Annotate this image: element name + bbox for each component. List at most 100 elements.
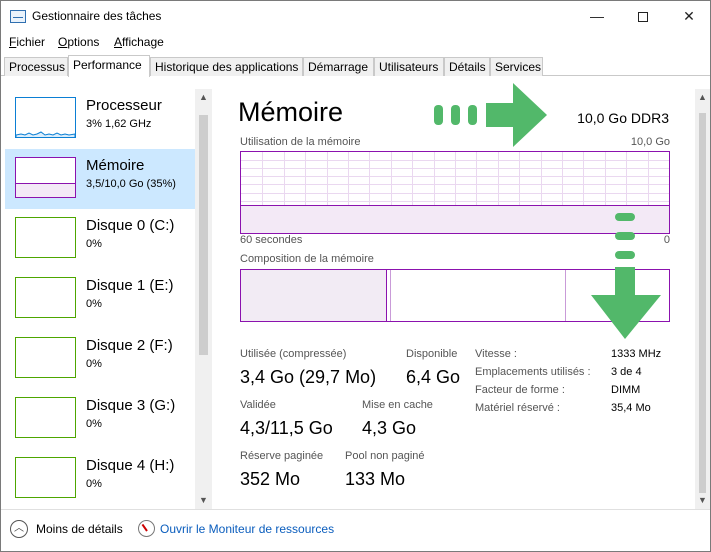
usage-grid-hline [241, 176, 669, 177]
sidebar-item-label: Mémoire [86, 157, 145, 174]
stat-nonpaged-pool-value: 133 Mo [345, 469, 406, 489]
sidebar-item-label: Disque 3 (G:) [86, 397, 176, 414]
sidebar-item-label: Disque 0 (C:) [86, 217, 175, 234]
sidebar-item-label: Disque 2 (F:) [86, 337, 173, 354]
main-scrollbar[interactable]: ▲ ▼ [695, 89, 710, 509]
tab-demarrage[interactable]: Démarrage [303, 57, 374, 76]
memory-detail-panel: Mémoire 10,0 Go DDR3 Utilisation de la m… [221, 77, 691, 509]
stat-paged-pool-value: 352 Mo [240, 469, 301, 489]
sidebar-item-value: 3% 1,62 GHz [86, 118, 152, 130]
composition-standby[interactable] [391, 270, 566, 321]
resource-monitor-icon[interactable] [138, 520, 155, 537]
memory-mini-graph [15, 157, 76, 198]
scroll-down-icon[interactable]: ▼ [195, 492, 212, 509]
menu-options-rest: ptions [67, 35, 100, 49]
scroll-down-icon[interactable]: ▼ [695, 492, 710, 509]
sidebar-scroll-thumb[interactable] [199, 115, 208, 355]
tab-processus[interactable]: Processus [4, 57, 68, 76]
sidebar-item-value: 0% [86, 418, 102, 430]
menu-affichage-accel: A [114, 35, 123, 49]
sidebar-item-value: 0% [86, 238, 102, 250]
disk-mini-graph [15, 457, 76, 498]
title-bar: Gestionnaire des tâches — ✕ [1, 1, 710, 32]
open-resource-monitor-link[interactable]: Ouvrir le Moniteur de ressources [160, 522, 334, 536]
sidebar-item-value: 3,5/10,0 Go (35%) [86, 178, 176, 190]
scroll-up-icon[interactable]: ▲ [695, 89, 710, 106]
tab-performance[interactable]: Performance [68, 55, 150, 77]
stat-used-value: 3,4 Go (29,7 Mo) [240, 367, 377, 387]
sidebar-item-disque-0[interactable]: Disque 0 (C:) 0% [5, 209, 195, 269]
page-title: Mémoire [238, 97, 344, 127]
stat-available-value: 6,4 Go [406, 367, 461, 387]
detail-form-factor-label: Facteur de forme : [475, 384, 565, 396]
task-manager-window: Gestionnaire des tâches — ✕ Fichier Opti… [0, 0, 711, 552]
usage-graph-max: 10,0 Go [630, 136, 670, 148]
stat-committed-label: Validée [240, 399, 276, 411]
minimize-button[interactable]: — [574, 1, 620, 32]
detail-reserved-label: Matériel réservé : [475, 402, 560, 414]
usage-grid-hline [241, 193, 669, 194]
composition-in-use[interactable] [241, 270, 387, 321]
memory-mini-fill [16, 183, 75, 197]
cpu-mini-graph [15, 97, 76, 138]
menu-fichier[interactable]: Fichier [9, 35, 45, 49]
stat-committed-value: 4,3/11,5 Go [240, 418, 333, 438]
sidebar-item-label: Disque 1 (E:) [86, 277, 174, 294]
sidebar-item-label: Disque 4 (H:) [86, 457, 175, 474]
maximize-button[interactable] [620, 1, 666, 32]
sidebar-item-value: 0% [86, 358, 102, 370]
usage-grid-hline [241, 168, 669, 169]
disk-mini-graph [15, 397, 76, 438]
chevron-up-icon[interactable]: ︿ [10, 520, 28, 538]
usage-grid-hline [241, 184, 669, 185]
composition-label: Composition de la mémoire [240, 253, 374, 265]
sidebar-item-value: 0% [86, 478, 102, 490]
tab-strip: Processus Performance Historique des app… [1, 55, 710, 77]
detail-speed-value: 1333 MHz [611, 348, 662, 360]
sidebar-item-memoire[interactable]: Mémoire 3,5/10,0 Go (35%) [5, 149, 195, 209]
stat-paged-pool-label: Réserve paginée [240, 450, 324, 462]
close-button[interactable]: ✕ [666, 1, 710, 32]
detail-form-factor-value: DIMM [611, 384, 641, 396]
window-title: Gestionnaire des tâches [32, 9, 162, 23]
menu-bar: Fichier Options Affichage [1, 32, 710, 52]
maximize-icon [638, 12, 648, 23]
stat-nonpaged-pool-label: Pool non paginé [345, 450, 425, 462]
menu-affichage-rest: ffichage [122, 35, 164, 49]
disk-mini-graph [15, 217, 76, 258]
stat-cached-label: Mise en cache [362, 399, 433, 411]
menu-options[interactable]: Options [58, 35, 99, 49]
main-scroll-thumb[interactable] [699, 113, 706, 493]
sidebar-scrollbar[interactable]: ▲ ▼ [195, 89, 212, 509]
menu-options-accel: O [58, 35, 68, 49]
menu-fichier-rest: ichier [16, 35, 46, 49]
sidebar-item-processeur[interactable]: Processeur 3% 1,62 GHz [5, 89, 195, 149]
sidebar-item-disque-2[interactable]: Disque 2 (F:) 0% [5, 329, 195, 389]
scroll-up-icon[interactable]: ▲ [195, 89, 212, 106]
tab-details[interactable]: Détails [444, 57, 490, 76]
tab-utilisateurs[interactable]: Utilisateurs [374, 57, 444, 76]
menu-affichage[interactable]: Affichage [114, 35, 164, 49]
tab-services[interactable]: Services [490, 57, 543, 76]
annotation-arrow-right-icon [434, 83, 547, 147]
detail-reserved-value: 35,4 Mo [611, 402, 651, 414]
stat-available-label: Disponible [406, 348, 458, 360]
disk-mini-graph [15, 337, 76, 378]
annotation-arrow-down-icon [591, 213, 661, 339]
usage-grid-hline [241, 201, 669, 202]
sidebar-item-disque-3[interactable]: Disque 3 (G:) 0% [5, 389, 195, 449]
detail-speed-label: Vitesse : [475, 348, 517, 360]
performance-content: Processeur 3% 1,62 GHz Mémoire 3,5/10,0 … [1, 77, 710, 509]
sidebar-item-label: Processeur [86, 97, 162, 114]
usage-graph-time-axis: 60 secondes [240, 234, 303, 246]
usage-grid-hline [241, 160, 669, 161]
usage-graph-label: Utilisation de la mémoire [240, 136, 361, 148]
tab-historique[interactable]: Historique des applications [150, 57, 303, 76]
memory-spec: 10,0 Go DDR3 [577, 110, 669, 126]
resource-sidebar: Processeur 3% 1,62 GHz Mémoire 3,5/10,0 … [5, 89, 195, 509]
sidebar-item-disque-4[interactable]: Disque 4 (H:) 0% [5, 449, 195, 509]
disk-mini-graph [15, 277, 76, 318]
fewer-details-button[interactable]: Moins de détails [36, 522, 123, 536]
task-manager-icon [10, 10, 26, 23]
sidebar-item-disque-1[interactable]: Disque 1 (E:) 0% [5, 269, 195, 329]
